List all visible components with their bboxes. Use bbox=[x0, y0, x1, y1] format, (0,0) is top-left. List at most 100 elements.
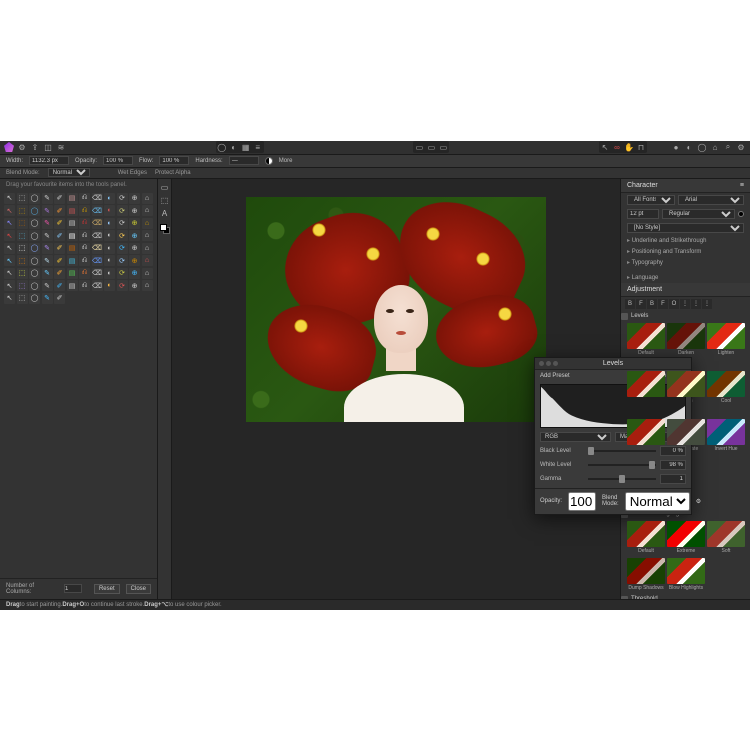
tool-item[interactable]: ✎ bbox=[42, 255, 53, 266]
tool-item[interactable]: ✎ bbox=[42, 230, 53, 241]
tool-item[interactable]: ⎌ bbox=[79, 280, 90, 291]
marquee-tool-icon[interactable]: ⬚ bbox=[160, 196, 170, 206]
adjustment-thumb[interactable]: Dump Shadows bbox=[627, 558, 665, 591]
tool-item[interactable]: ⊕ bbox=[129, 280, 140, 291]
colorspace-select[interactable]: RGB bbox=[540, 432, 611, 442]
gamma-input[interactable] bbox=[660, 474, 686, 484]
tool-item[interactable]: ⟳ bbox=[117, 193, 128, 204]
tool-item[interactable]: ⬚ bbox=[17, 280, 28, 291]
white-level-slider[interactable] bbox=[588, 461, 656, 469]
tool-item[interactable]: ⬚ bbox=[17, 193, 28, 204]
tool-item[interactable]: ⊕ bbox=[129, 218, 140, 229]
tool-item[interactable]: ▤ bbox=[67, 193, 78, 204]
tool-item[interactable]: ⌫ bbox=[92, 280, 103, 291]
tool-item[interactable]: ⊕ bbox=[129, 268, 140, 279]
adjustment-tab[interactable]: F bbox=[658, 299, 668, 309]
document-image[interactable] bbox=[246, 197, 546, 422]
font-size-input[interactable] bbox=[627, 209, 659, 219]
adjustment-thumb[interactable]: Extreme bbox=[667, 521, 705, 554]
tool-item[interactable]: ✎ bbox=[42, 293, 53, 304]
tool-item[interactable]: ◯ bbox=[29, 268, 40, 279]
tool-item[interactable]: ⊕ bbox=[129, 243, 140, 254]
tool-item[interactable]: ◐ bbox=[104, 193, 115, 204]
tool-item[interactable]: ⟳ bbox=[117, 280, 128, 291]
tool-item[interactable]: ↖ bbox=[4, 218, 15, 229]
font-collection-select[interactable]: All Fonts bbox=[627, 195, 675, 205]
tool-item[interactable]: ⟳ bbox=[117, 255, 128, 266]
canvas-area[interactable]: Levels Add Preset Merge Delete Reset bbox=[172, 179, 620, 599]
typography-expander[interactable]: Typography bbox=[621, 257, 750, 268]
rect-icon[interactable]: ▭ bbox=[438, 142, 448, 152]
font-select[interactable]: Arial bbox=[678, 195, 744, 205]
panel-menu-icon[interactable]: ≡ bbox=[740, 182, 744, 189]
tool-item[interactable]: ✐ bbox=[54, 205, 65, 216]
black-level-slider[interactable] bbox=[588, 447, 656, 455]
tool-item[interactable]: ↖ bbox=[4, 230, 15, 241]
tool-item[interactable]: ⊕ bbox=[129, 230, 140, 241]
crop-icon[interactable]: ◫ bbox=[43, 142, 53, 152]
tool-item[interactable]: ⌫ bbox=[92, 255, 103, 266]
tool-item[interactable]: ◯ bbox=[29, 293, 40, 304]
adjustment-tab[interactable]: ⋮ bbox=[691, 299, 701, 309]
reset-button[interactable]: Reset bbox=[94, 584, 120, 594]
tool-item[interactable]: ↖ bbox=[4, 268, 15, 279]
tool-item[interactable]: ↖ bbox=[4, 193, 15, 204]
black-level-input[interactable] bbox=[660, 446, 686, 456]
tool-item[interactable]: ▤ bbox=[67, 268, 78, 279]
tool-item[interactable]: ✐ bbox=[54, 230, 65, 241]
width-input[interactable] bbox=[29, 156, 69, 165]
tool-item[interactable]: ⎌ bbox=[79, 243, 90, 254]
levels-titlebar[interactable]: Levels bbox=[535, 358, 691, 370]
tool-item[interactable]: ⌂ bbox=[142, 230, 153, 241]
adjustment-thumb[interactable]: Invert Hue bbox=[707, 419, 745, 452]
sliders-icon[interactable]: ≡ bbox=[253, 142, 263, 152]
tool-item[interactable]: ✐ bbox=[54, 193, 65, 204]
rect-tool-icon[interactable]: ▭ bbox=[160, 183, 170, 193]
tool-item[interactable]: ⊕ bbox=[129, 255, 140, 266]
close-button[interactable]: Close bbox=[126, 584, 151, 594]
white-level-input[interactable] bbox=[660, 460, 686, 470]
tool-item[interactable]: ⌂ bbox=[142, 193, 153, 204]
link-icon[interactable]: ∞ bbox=[612, 142, 622, 152]
tool-item[interactable]: ⬚ bbox=[17, 218, 28, 229]
adjustment-thumb[interactable]: Darken bbox=[667, 323, 705, 356]
tool-item[interactable]: ✎ bbox=[42, 193, 53, 204]
tool-item[interactable]: ⟳ bbox=[117, 243, 128, 254]
tool-item[interactable]: ⬚ bbox=[17, 230, 28, 241]
tool-item[interactable]: ◯ bbox=[29, 230, 40, 241]
halfmoon-icon[interactable]: ◐ bbox=[229, 142, 239, 152]
tool-item[interactable]: ◯ bbox=[29, 255, 40, 266]
tool-item[interactable]: ⎌ bbox=[79, 268, 90, 279]
adjustment-thumb[interactable]: Soft bbox=[707, 521, 745, 554]
tool-item[interactable]: ✐ bbox=[54, 268, 65, 279]
tool-item[interactable]: ▤ bbox=[67, 230, 78, 241]
tool-item[interactable]: ▤ bbox=[67, 218, 78, 229]
tool-item[interactable]: ✐ bbox=[54, 280, 65, 291]
tool-item[interactable]: ⌫ bbox=[92, 243, 103, 254]
style-select[interactable]: [No Style] bbox=[627, 223, 744, 233]
tool-item[interactable]: ⟳ bbox=[117, 205, 128, 216]
tool-item[interactable]: ◐ bbox=[104, 268, 115, 279]
tool-item[interactable]: ▤ bbox=[67, 255, 78, 266]
tool-item[interactable]: ▤ bbox=[67, 280, 78, 291]
tool-item[interactable]: ◐ bbox=[104, 243, 115, 254]
opacity-input[interactable] bbox=[103, 156, 133, 165]
dot-icon[interactable]: ● bbox=[671, 142, 681, 152]
color-swatch[interactable] bbox=[160, 224, 170, 234]
tool-item[interactable]: ▤ bbox=[67, 205, 78, 216]
adjustment-tab[interactable]: F bbox=[636, 299, 646, 309]
underline-expander[interactable]: Underline and Strikethrough bbox=[621, 235, 750, 246]
brush-preview-icon[interactable] bbox=[265, 157, 273, 165]
rect-icon[interactable]: ▭ bbox=[414, 142, 424, 152]
tool-item[interactable]: ◐ bbox=[104, 280, 115, 291]
add-preset-button[interactable]: Add Preset bbox=[540, 373, 570, 379]
gamma-slider[interactable] bbox=[588, 475, 656, 483]
tool-item[interactable]: ◐ bbox=[104, 205, 115, 216]
tool-item[interactable]: ⊕ bbox=[129, 193, 140, 204]
adjustment-section-label[interactable]: Levels bbox=[621, 313, 750, 320]
adjustment-thumb[interactable]: Cool bbox=[707, 371, 745, 404]
magnet-icon[interactable]: ⊓ bbox=[636, 142, 646, 152]
tool-item[interactable]: ⌂ bbox=[142, 280, 153, 291]
tool-item[interactable]: ⟳ bbox=[117, 218, 128, 229]
tool-item[interactable]: ◯ bbox=[29, 280, 40, 291]
